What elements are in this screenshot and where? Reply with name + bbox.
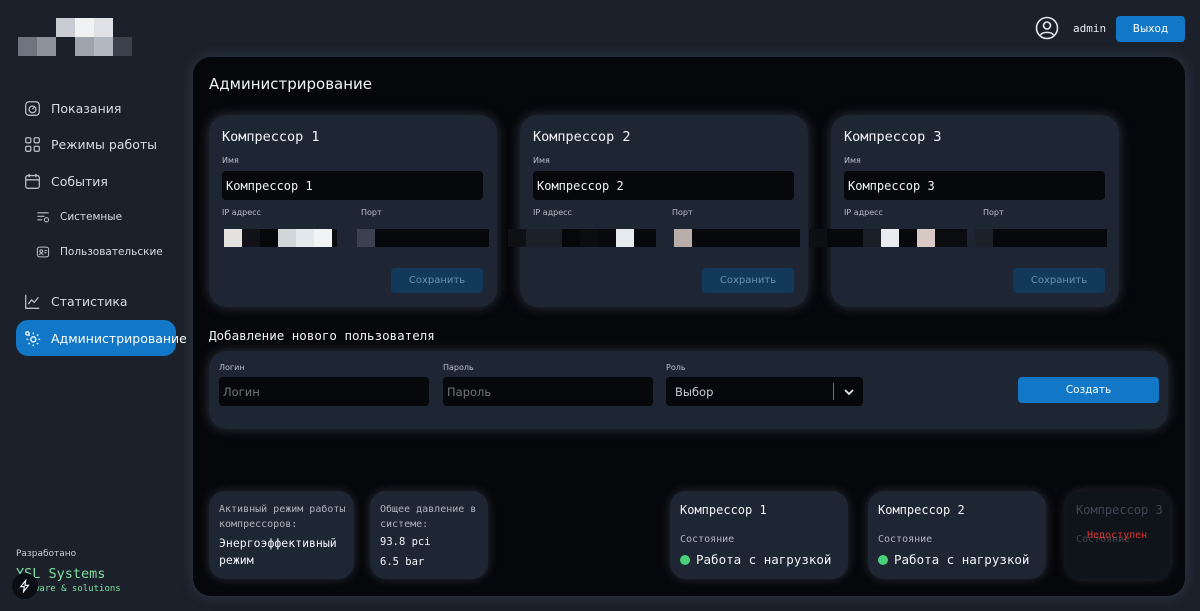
port-label: Порт: [672, 208, 693, 217]
state-row: Работа с нагрузкой: [878, 552, 1029, 567]
compressor-title: Компрессор 2: [533, 129, 631, 145]
role-select[interactable]: Выбор: [666, 377, 863, 406]
role-label: Роль: [666, 363, 686, 372]
status-ok-indicator: [680, 554, 690, 565]
role-select-value: Выбор: [675, 384, 714, 399]
compressor-card: Компрессор 1 Имя IP адресс Порт Сохранит…: [209, 115, 497, 307]
logout-button[interactable]: Выход: [1116, 16, 1185, 42]
unavailable-badge: Недоступен: [1087, 530, 1148, 541]
list-settings-icon: [37, 212, 50, 223]
ip-label: IP адресс: [844, 208, 883, 217]
compressor-status-title: Компрессор 1: [680, 503, 767, 517]
user-avatar-icon[interactable]: [1035, 16, 1059, 40]
sidebar-item-label: Администрирование: [51, 330, 187, 346]
page-title: Администрирование: [209, 75, 373, 93]
user-card-icon: [36, 246, 50, 258]
bolt-icon[interactable]: [12, 573, 38, 599]
ip-input[interactable]: [508, 229, 656, 247]
save-button[interactable]: Сохранить: [391, 268, 483, 293]
port-input[interactable]: [357, 229, 489, 247]
compressor-status-card-unavailable: Компрессор 3 Состояние Недоступен: [1066, 491, 1170, 579]
state-value: Работа с нагрузкой: [894, 552, 1030, 567]
compressor-card: Компрессор 3 Имя IP адресс Порт Сохранит…: [809, 115, 1119, 307]
state-label: Состояние: [680, 534, 735, 545]
pressure-card: Общее давление в системе: 93.8 pci 6.5 b…: [370, 491, 488, 579]
sidebar-item-label: Системные: [60, 211, 123, 223]
ip-input[interactable]: [809, 229, 967, 247]
gauge-icon: [25, 100, 40, 116]
login-label: Логин: [219, 363, 245, 372]
active-mode-card: Активный режим работы компрессоров: Энер…: [209, 491, 354, 579]
name-label: Имя: [844, 156, 861, 165]
create-user-button[interactable]: Создать: [1018, 377, 1159, 403]
compressor-title: Компрессор 3: [844, 129, 942, 145]
main-panel: Администрирование Компрессор 1 Имя IP ад…: [193, 57, 1185, 596]
port-input[interactable]: [975, 229, 1107, 247]
ip-label: IP адресс: [533, 208, 572, 217]
compressor-name-input[interactable]: [844, 171, 1105, 200]
state-row: Работа с нагрузкой: [680, 552, 831, 567]
compressor-title: Компрессор 1: [222, 129, 320, 145]
compressor-card: Компрессор 2 Имя IP адресс Порт Сохранит…: [508, 115, 808, 307]
sidebar-item-modes[interactable]: Режимы работы: [16, 126, 176, 162]
login-input[interactable]: [219, 377, 429, 406]
ip-label: IP адресс: [222, 208, 261, 217]
sidebar-item-label: Показания: [51, 100, 122, 116]
save-button[interactable]: Сохранить: [1013, 268, 1105, 293]
pressure-caption: Общее давление в системе:: [380, 504, 477, 530]
sidebar-item-label: События: [51, 173, 108, 189]
sidebar-item-administration[interactable]: Администрирование: [16, 320, 187, 356]
status-ok-indicator: [878, 554, 888, 565]
sidebar-item-label: Режимы работы: [51, 136, 157, 152]
compressor-status-card: Компрессор 2 Состояние Работа с нагрузко…: [868, 491, 1046, 579]
chevron-down-icon: [844, 389, 854, 396]
password-label: Пароль: [443, 363, 474, 372]
developer-subtitle: ware & solutions: [34, 584, 121, 594]
compressor-status-card: Компрессор 1 Состояние Работа с нагрузко…: [670, 491, 848, 579]
add-user-form: Логин Пароль Роль Выбор Создать: [209, 351, 1168, 429]
sidebar-item-label: Пользовательские: [60, 246, 163, 258]
sidebar-item-system-events[interactable]: Системные: [28, 203, 188, 231]
name-label: Имя: [222, 156, 239, 165]
state-value: Работа с нагрузкой: [696, 552, 832, 567]
admin-gear-icon: [25, 330, 41, 346]
add-user-title: Добавление нового пользователя: [209, 328, 435, 343]
sidebar-item-label: Статистика: [51, 293, 128, 309]
pressure-psi: 93.8 pci: [380, 536, 431, 548]
password-input[interactable]: [443, 377, 653, 406]
port-label: Порт: [361, 208, 382, 217]
chart-line-icon: [25, 294, 40, 309]
save-button[interactable]: Сохранить: [702, 268, 794, 293]
username: admin: [1073, 22, 1107, 35]
sidebar-item-user-events[interactable]: Пользовательские: [28, 238, 188, 266]
calendar-icon: [25, 173, 40, 189]
sidebar-item-statistics[interactable]: Статистика: [16, 283, 176, 319]
sidebar-item-events[interactable]: События: [16, 163, 176, 199]
compressor-name-input[interactable]: [222, 171, 483, 200]
sidebar-item-readings[interactable]: Показания: [16, 90, 176, 126]
port-input[interactable]: [674, 229, 800, 247]
developer-label: Разработано: [16, 549, 77, 559]
compressor-status-title: Компрессор 3: [1076, 503, 1163, 517]
active-mode-value: Энергоэффективный режим: [219, 536, 337, 567]
select-separator: [833, 383, 834, 400]
ip-input[interactable]: [224, 229, 337, 247]
sidebar: Показания Режимы работы События Системны…: [0, 0, 190, 611]
pressure-bar: 6.5 bar: [380, 556, 425, 568]
name-label: Имя: [533, 156, 550, 165]
state-label: Состояние: [878, 534, 933, 545]
port-label: Порт: [983, 208, 1004, 217]
compressor-name-input[interactable]: [533, 171, 794, 200]
grid-icon: [25, 136, 40, 152]
active-mode-caption: Активный режим работы компрессоров:: [219, 504, 346, 530]
compressor-status-title: Компрессор 2: [878, 503, 965, 517]
